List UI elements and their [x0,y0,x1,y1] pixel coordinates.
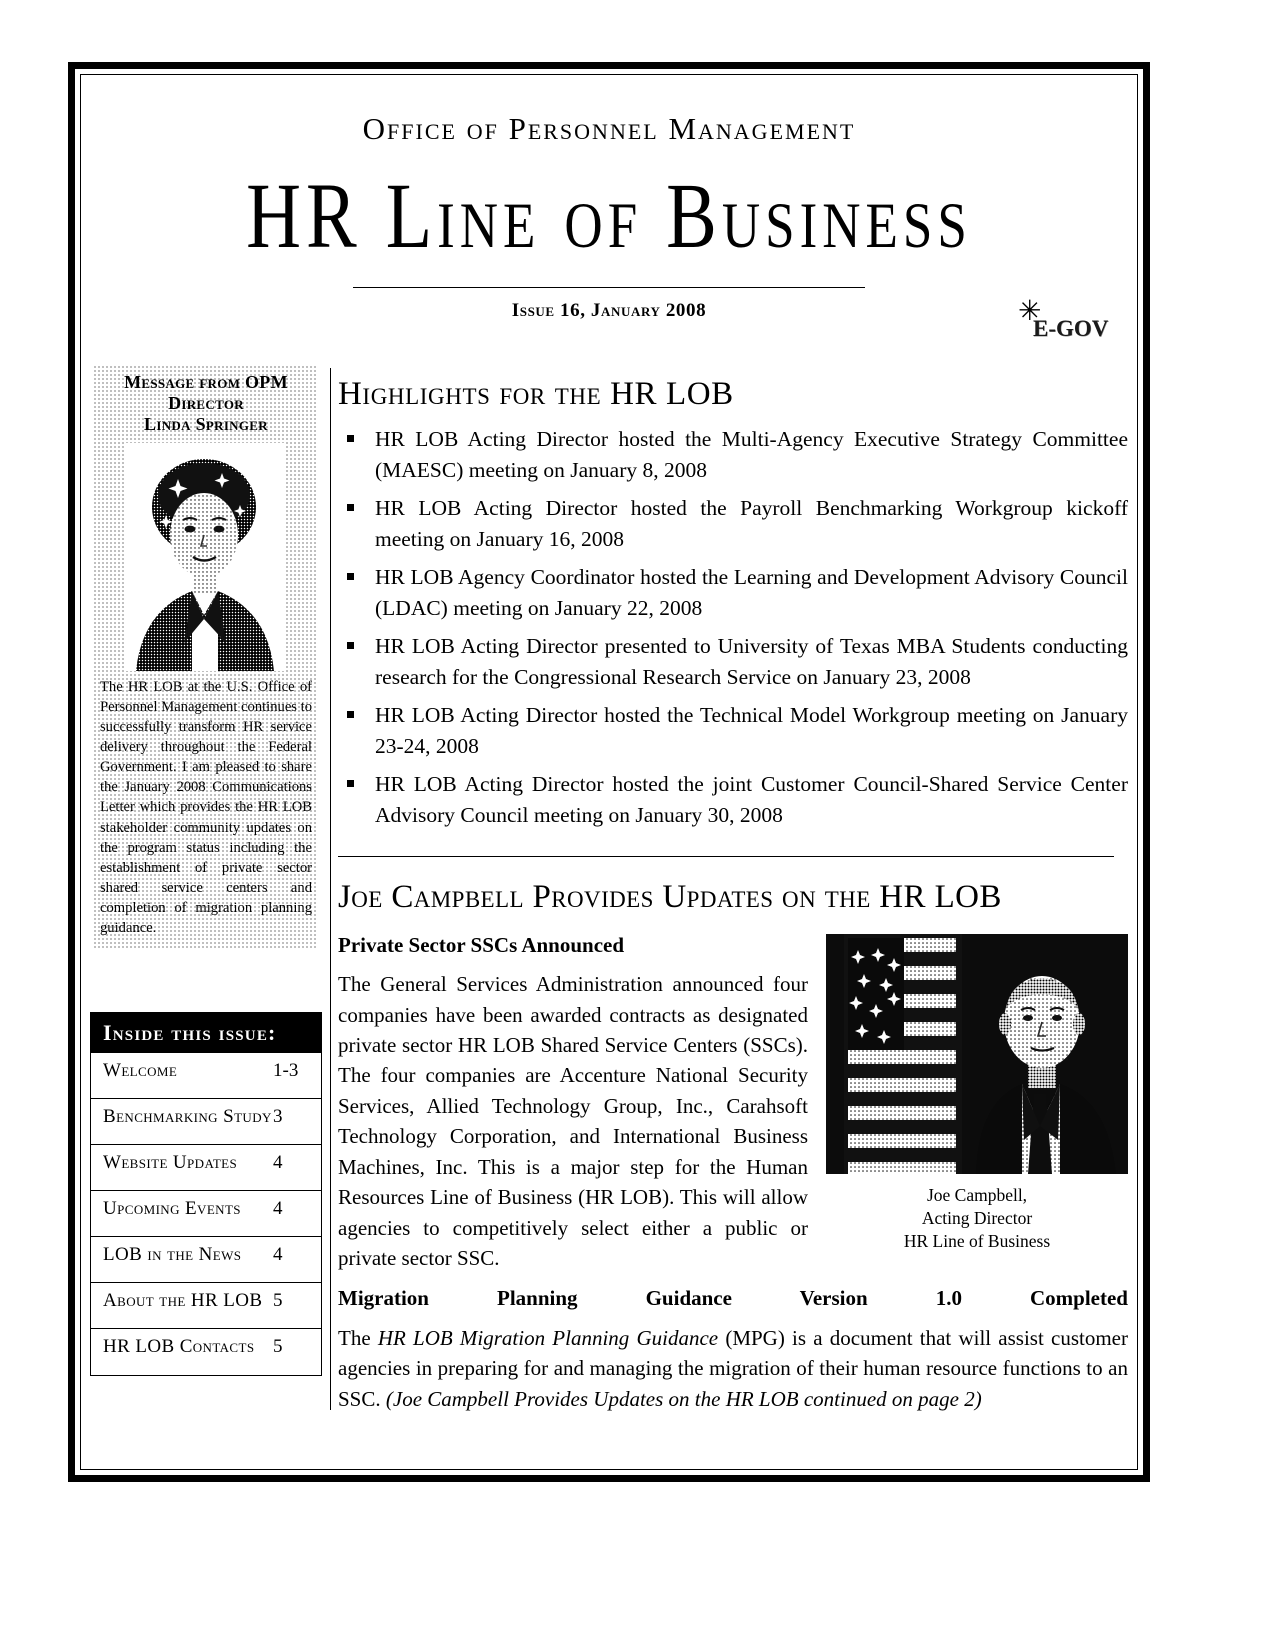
migration-guidance-block: The HR LOB Migration Planning Guidance (… [338,1323,1128,1414]
toc-page: 4 [273,1244,283,1265]
toc-page: 1-3 [273,1060,299,1081]
paragraph-pre: The [338,1325,378,1350]
toc-row[interactable]: HR LOB Contacts 5 [91,1329,321,1375]
list-item: HR LOB Acting Director hosted the joint … [338,769,1128,830]
list-item-text: HR LOB Acting Director presented to Univ… [375,634,1128,689]
list-item-text: HR LOB Acting Director hosted the Techni… [375,703,1128,758]
organization-name: Office of Personnel Management [362,111,856,146]
main-content: Highlights for the HR LOB HR LOB Acting … [338,368,1128,1426]
director-message-title: Message from OPM Director Linda Springer [94,370,318,437]
director-message-title-line2: Director [168,392,244,413]
toc-label: LOB in the News [103,1244,242,1265]
toc-row[interactable]: Welcome 1-3 [91,1053,321,1099]
joe-campbell-photo [826,933,1128,1174]
list-item-text: HR LOB Acting Director hosted the joint … [375,772,1128,827]
sidebar: Message from OPM Director Linda Springer [94,366,318,949]
toc-row[interactable]: Upcoming Events 4 [91,1191,321,1237]
photo-caption-line3: HR Line of Business [903,1231,1051,1252]
portrait-graphic [126,442,286,671]
list-item: HR LOB Agency Coordinator hosted the Lea… [338,562,1128,623]
toc-row[interactable]: About the HR LOB 5 [91,1283,321,1329]
highlights-list: HR LOB Acting Director hosted the Multi-… [338,424,1128,830]
list-item: HR LOB Acting Director presented to Univ… [338,631,1128,692]
square-bullet-icon [347,642,354,650]
list-item-text: HR LOB Acting Director hosted the Multi-… [375,427,1128,482]
toc-row[interactable]: Benchmarking Study 3 [91,1099,321,1145]
director-message-title-line3: Linda Springer [144,413,268,434]
subheading-migration-planning-guidance: Migration Planning Guidance Version 1.0 … [338,1286,1128,1311]
photo-caption: Joe Campbell, Acting Director HR Line of… [826,1174,1128,1254]
portrait-graphic [826,933,1128,1174]
paragraph-migration-guidance: The HR LOB Migration Planning Guidance (… [338,1323,1128,1414]
toc-page: 5 [273,1336,283,1357]
inside-this-issue-table: Inside this issue: Welcome 1-3 Benchmark… [90,1012,322,1376]
joe-campbell-heading: Joe Campbell Provides Updates on the HR … [338,879,1002,916]
toc-page: 4 [273,1152,283,1173]
masthead: Office of Personnel Management HR Line o… [90,84,1128,322]
toc-label: Welcome [103,1060,178,1081]
square-bullet-icon [347,711,354,719]
list-item-text: HR LOB Agency Coordinator hosted the Lea… [375,565,1128,620]
list-item-text: HR LOB Acting Director hosted the Payrol… [375,496,1128,551]
square-bullet-icon [347,780,354,788]
list-item: HR LOB Acting Director hosted the Multi-… [338,424,1128,485]
toc-label: HR LOB Contacts [103,1336,255,1357]
column-divider [330,368,331,1410]
linda-springer-photo [126,442,286,671]
egov-logo: ✳ E-GOV [1008,296,1128,350]
inside-this-issue-header: Inside this issue: [91,1013,321,1053]
toc-label: About the HR LOB [103,1290,263,1311]
toc-page: 3 [273,1106,283,1127]
highlights-heading: Highlights for the HR LOB [338,376,734,412]
toc-label: Website Updates [103,1152,238,1173]
photo-caption-line1: Joe Campbell, [926,1184,1028,1205]
title-divider [353,286,865,288]
list-item: HR LOB Acting Director hosted the Payrol… [338,493,1128,554]
director-message-title-line1: Message from OPM [124,372,288,392]
issue-line: Issue 16, January 2008 [511,299,707,321]
joe-campbell-figure: Joe Campbell, Acting Director HR Line of… [826,933,1128,1254]
director-message-body: The HR LOB at the U.S. Office of Personn… [100,678,312,937]
newsletter-page: Office of Personnel Management HR Line o… [0,0,1275,1650]
director-message-box: Message from OPM Director Linda Springer [94,366,318,949]
toc-page: 4 [273,1198,283,1219]
toc-row[interactable]: Website Updates 4 [91,1145,321,1191]
page-title: HR Line of Business [246,165,972,269]
list-item: HR LOB Acting Director hosted the Techni… [338,700,1128,761]
photo-caption-line2: Acting Director [921,1208,1033,1229]
square-bullet-icon [347,504,354,512]
egov-logo-text: E-GOV [1033,316,1109,341]
square-bullet-icon [347,573,354,581]
square-bullet-icon [347,435,354,443]
toc-row[interactable]: LOB in the News 4 [91,1237,321,1283]
toc-page: 5 [273,1290,283,1311]
section-divider [338,856,1114,858]
toc-label: Upcoming Events [103,1198,241,1219]
continued-note: (Joe Campbell Provides Updates on the HR… [385,1386,982,1411]
document-title-italic: HR LOB Migration Planning Guidance [377,1325,719,1350]
toc-label: Benchmarking Study [103,1106,272,1127]
